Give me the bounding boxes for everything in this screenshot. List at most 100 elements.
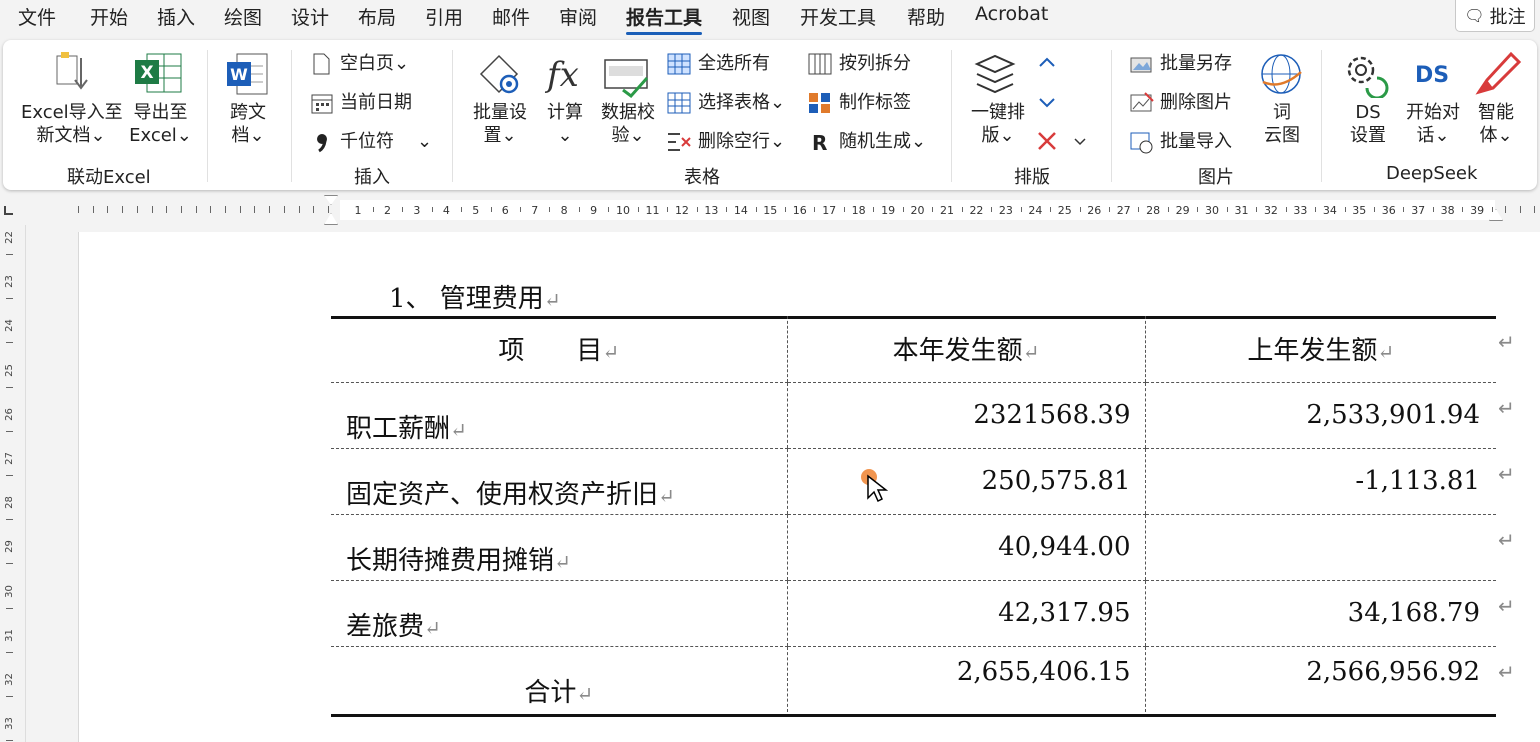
- ruler-number: 1: [354, 204, 362, 217]
- row-item-cell[interactable]: 长期待摊费用摊销↵: [331, 514, 787, 581]
- tab-file[interactable]: 文件: [18, 3, 56, 30]
- word-cloud-button[interactable]: 词 云图: [1257, 101, 1307, 147]
- group-separator: [951, 50, 952, 182]
- tab-draw[interactable]: 绘图: [224, 3, 262, 30]
- tab-home[interactable]: 开始: [90, 3, 128, 30]
- ds-settings-button[interactable]: DS 设置: [1343, 101, 1393, 147]
- vertical-ruler[interactable]: 22 23 24 25 26 27 28 29 30 31 32 33: [0, 225, 26, 742]
- tab-references[interactable]: 引用: [425, 3, 463, 30]
- tab-acrobat[interactable]: Acrobat: [975, 3, 1048, 25]
- ruler-tick: [78, 206, 79, 213]
- tab-stop-icon[interactable]: [4, 206, 13, 215]
- ruler-number: 4: [442, 204, 450, 217]
- one-key-layout-button[interactable]: 一键排 版⌄: [965, 101, 1031, 147]
- ruler-tick: [254, 206, 256, 213]
- header-current-year[interactable]: 本年发生额↵: [786, 316, 1145, 383]
- excel-import-button[interactable]: Excel导入至 新文档⌄: [21, 101, 123, 147]
- row-current-cell[interactable]: 42,317.95: [786, 580, 1145, 647]
- calculate-button[interactable]: 计算 ⌄: [543, 101, 587, 147]
- tab-report-tools[interactable]: 报告工具: [626, 3, 703, 35]
- ruler-tick: [1226, 207, 1228, 212]
- select-all-button[interactable]: 全选所有: [698, 52, 770, 75]
- random-generate-button[interactable]: 随机生成⌄: [839, 130, 926, 153]
- ruler-number: 29: [1175, 204, 1190, 217]
- ruler-tick: [726, 207, 728, 212]
- ds-chat-icon: DS: [1413, 56, 1453, 96]
- row-previous-cell[interactable]: -1,113.81: [1144, 448, 1496, 515]
- section-heading-text: 1、 管理费用: [389, 284, 544, 314]
- ruler-tick: [608, 207, 610, 212]
- ruler-tick: [873, 207, 875, 212]
- tab-help[interactable]: 帮助: [907, 3, 945, 30]
- blank-page-button[interactable]: 空白页⌄: [340, 52, 409, 75]
- select-all-icon: [666, 52, 692, 80]
- select-table-button[interactable]: 选择表格⌄: [698, 91, 785, 114]
- insert-more-dropdown[interactable]: ⌄: [417, 130, 432, 153]
- comment-icon: 🗨: [1464, 6, 1485, 25]
- thousand-separator-button[interactable]: 千位符: [340, 130, 394, 153]
- header-previous-year[interactable]: 上年发生额↵: [1144, 316, 1496, 383]
- excel-export-button[interactable]: 导出至 Excel⌄: [128, 101, 193, 147]
- one-key-layout-line1: 一键排: [971, 102, 1025, 123]
- end-of-row-mark: ↵: [1498, 660, 1515, 684]
- data-verify-button[interactable]: 数据校 验⌄: [595, 101, 661, 147]
- comment-button[interactable]: 🗨 批注: [1455, 0, 1535, 32]
- total-previous-cell[interactable]: 2,566,956.92: [1144, 646, 1496, 712]
- row-previous-cell[interactable]: 2,533,901.94: [1144, 382, 1496, 449]
- horizontal-ruler[interactable]: 1 2 3 4 5 6 7 8 9 10 11 12 13 14 15 16 17 18 19 20 21 22 23 24 2…: [0, 195, 1540, 225]
- tab-mailings[interactable]: 邮件: [492, 3, 530, 30]
- group-separator: [1321, 50, 1322, 182]
- cross-doc-line2: 档⌄: [231, 125, 265, 146]
- chevron-up-icon[interactable]: [1037, 54, 1057, 74]
- ruler-tick: [225, 206, 226, 213]
- excel-import-line2: 新文档⌄: [36, 125, 106, 146]
- table-row: 差旅费↵ 42,317.95 34,168.79: [331, 580, 1496, 647]
- cross-doc-button[interactable]: 跨文 档⌄: [221, 101, 275, 147]
- tab-layout[interactable]: 布局: [358, 3, 396, 30]
- close-x-icon[interactable]: [1036, 130, 1058, 156]
- current-date-button[interactable]: 当前日期: [340, 91, 412, 114]
- row-current-cell[interactable]: 2321568.39: [786, 382, 1145, 449]
- random-r-icon: R: [809, 130, 833, 158]
- row-current-cell[interactable]: 250,575.81: [786, 448, 1145, 515]
- batch-save-button[interactable]: 批量另存: [1160, 52, 1232, 75]
- row-item-cell[interactable]: 职工薪酬↵: [331, 382, 787, 449]
- first-line-indent-marker[interactable]: [324, 195, 338, 205]
- end-of-row-mark: ↵: [1498, 330, 1515, 354]
- hanging-indent-marker[interactable]: [324, 213, 338, 225]
- split-columns-button[interactable]: 按列拆分: [839, 52, 911, 75]
- chevron-down-icon[interactable]: [1037, 95, 1057, 115]
- row-item-cell[interactable]: 固定资产、使用权资产折旧↵: [331, 448, 787, 515]
- ruler-tick: [122, 206, 124, 213]
- delete-picture-button[interactable]: 删除图片: [1160, 91, 1232, 114]
- tab-insert[interactable]: 插入: [157, 3, 195, 30]
- tab-review[interactable]: 审阅: [559, 3, 597, 30]
- total-current-cell[interactable]: 2,655,406.15: [786, 646, 1145, 712]
- row-previous-cell[interactable]: [1144, 514, 1496, 581]
- ruler-tick: [431, 207, 433, 212]
- delete-empty-rows-button[interactable]: 删除空行⌄: [698, 130, 785, 153]
- tab-design[interactable]: 设计: [291, 3, 329, 30]
- agent-button[interactable]: 智能 体⌄: [1471, 101, 1521, 147]
- header-item[interactable]: 项 目↵: [331, 316, 787, 383]
- row-previous-cell[interactable]: 34,168.79: [1144, 580, 1496, 647]
- end-of-row-mark: ↵: [1498, 396, 1515, 420]
- management-expense-table[interactable]: 项 目↵ 本年发生额↵ 上年发生额↵ 职工薪酬↵ 2321568.39 2,53…: [331, 316, 1496, 712]
- ruler-number: 33: [1293, 204, 1308, 217]
- tab-developer[interactable]: 开发工具: [800, 3, 876, 30]
- ruler-tick: [696, 207, 698, 212]
- batch-settings-button[interactable]: 批量设 置⌄: [467, 101, 533, 147]
- tab-view[interactable]: 视图: [732, 3, 770, 30]
- row-current-cell[interactable]: 40,944.00: [786, 514, 1145, 581]
- start-chat-button[interactable]: 开始对 话⌄: [1401, 101, 1465, 147]
- layout-more-chevron-icon[interactable]: [1073, 134, 1087, 153]
- total-item-cell[interactable]: 合计↵: [331, 646, 787, 712]
- make-label-button[interactable]: 制作标签: [839, 91, 911, 114]
- ruler-tick: [1285, 207, 1287, 212]
- ruler-number: 26: [1087, 204, 1102, 217]
- select-table-icon: [666, 91, 692, 119]
- ruler-tick: [269, 206, 271, 213]
- vertical-ruler-number: 31: [3, 628, 15, 642]
- row-item-cell[interactable]: 差旅费↵: [331, 580, 787, 647]
- batch-import-button[interactable]: 批量导入: [1160, 130, 1232, 153]
